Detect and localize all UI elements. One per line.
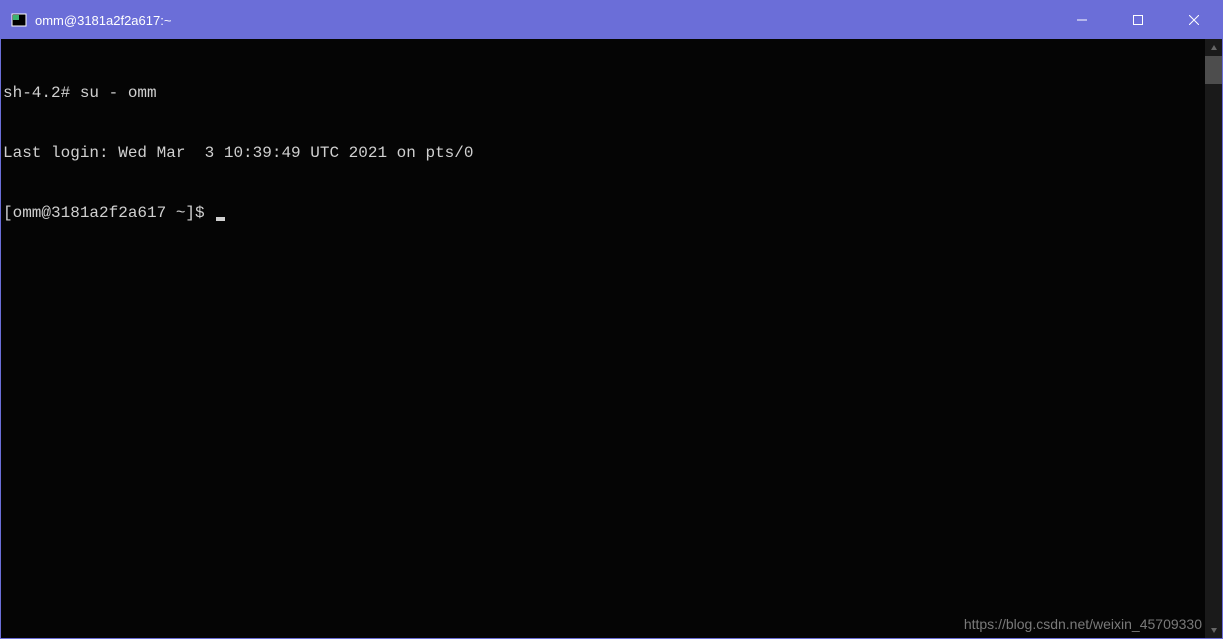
window-controls [1054,1,1222,39]
terminal-prompt-line: [omm@3181a2f2a617 ~]$ [3,203,1203,223]
terminal-prompt: [omm@3181a2f2a617 ~]$ [3,204,214,222]
terminal-area: sh-4.2# su - omm Last login: Wed Mar 3 1… [1,39,1222,638]
maximize-button[interactable] [1110,1,1166,39]
scrollbar[interactable] [1205,39,1222,638]
scroll-down-arrow-icon[interactable] [1205,621,1222,638]
terminal-content[interactable]: sh-4.2# su - omm Last login: Wed Mar 3 1… [1,39,1205,638]
minimize-button[interactable] [1054,1,1110,39]
titlebar[interactable]: omm@3181a2f2a617:~ [1,1,1222,39]
window-title: omm@3181a2f2a617:~ [35,13,1054,28]
scroll-thumb[interactable] [1205,56,1222,84]
terminal-window: omm@3181a2f2a617:~ sh-4.2# su - omm Last… [0,0,1223,639]
terminal-icon [11,12,27,28]
terminal-line: Last login: Wed Mar 3 10:39:49 UTC 2021 … [3,143,1203,163]
cursor [216,217,225,221]
close-button[interactable] [1166,1,1222,39]
scroll-up-arrow-icon[interactable] [1205,39,1222,56]
terminal-line: sh-4.2# su - omm [3,83,1203,103]
